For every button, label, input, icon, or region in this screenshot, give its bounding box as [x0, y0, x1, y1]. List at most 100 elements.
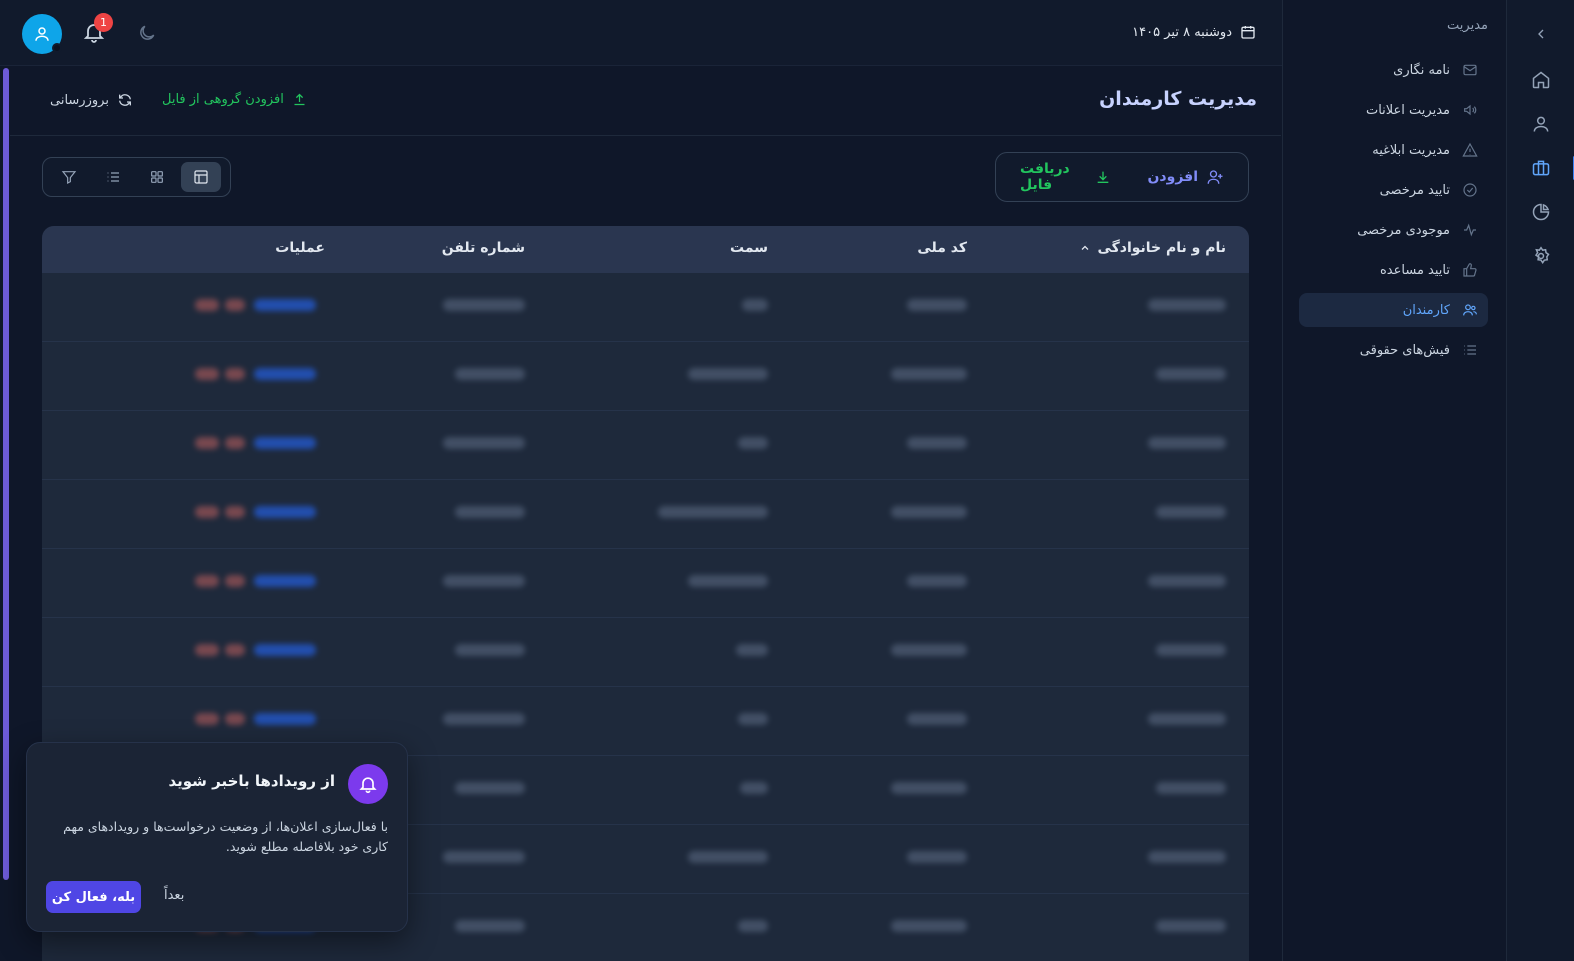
- cell-phone: [443, 851, 525, 863]
- edit-link[interactable]: [254, 437, 316, 449]
- moon-icon[interactable]: [137, 23, 157, 47]
- sidebar-item-label: کارمندان: [1402, 302, 1450, 318]
- delete-icon[interactable]: [225, 299, 245, 311]
- table-header: نام و نام خانوادگی کد ملی سمت شماره تلفن…: [42, 226, 1249, 273]
- download-file-button[interactable]: دریافت فایل: [1020, 161, 1111, 193]
- column-label: سمت: [730, 240, 768, 256]
- sidebar-item-label: نامه نگاری: [1393, 62, 1450, 78]
- view-icon[interactable]: [195, 299, 219, 311]
- sidebar-item-payslips[interactable]: فیش‌های حقوقی: [1299, 333, 1488, 367]
- column-phone[interactable]: شماره تلفن: [442, 240, 525, 256]
- notification-badge: 1: [94, 13, 113, 32]
- column-label: شماره تلفن: [441, 240, 525, 256]
- view-icon[interactable]: [195, 575, 219, 587]
- user-icon[interactable]: [1525, 108, 1557, 140]
- table-row[interactable]: [42, 342, 1249, 411]
- page-header: مدیریت کارمندان افزودن گروهی از فایل برو…: [10, 66, 1281, 136]
- delete-icon[interactable]: [225, 437, 245, 449]
- user-plus-icon: [1206, 168, 1224, 186]
- notification-prompt: از رویدادها باخبر شوید با فعال‌سازی اعلا…: [26, 742, 408, 932]
- table-icon[interactable]: [181, 162, 221, 192]
- sidebar-section-title: مدیریت: [1447, 18, 1488, 33]
- column-national-id[interactable]: کد ملی: [917, 240, 967, 256]
- sidebar-item-announcements[interactable]: مدیریت اعلانات: [1299, 93, 1488, 127]
- list-icon[interactable]: [93, 162, 133, 192]
- later-button[interactable]: بعداً: [164, 888, 184, 903]
- cell-full-name: [1156, 782, 1226, 794]
- filter-icon[interactable]: [49, 162, 89, 192]
- sidebar-item-advance-approval[interactable]: تایید مساعده: [1299, 253, 1488, 287]
- cell-phone: [455, 506, 525, 518]
- table-row[interactable]: [42, 618, 1249, 687]
- table-row[interactable]: [42, 273, 1249, 342]
- cell-position: [736, 644, 768, 656]
- view-icon[interactable]: [195, 713, 219, 725]
- sidebar-item-leave-approval[interactable]: تایید مرخصی: [1299, 173, 1488, 207]
- edit-link[interactable]: [254, 368, 316, 380]
- megaphone-icon: [1462, 102, 1478, 118]
- cell-position: [742, 299, 768, 311]
- briefcase-icon[interactable]: [1525, 152, 1574, 184]
- column-position[interactable]: سمت: [730, 240, 768, 256]
- sidebar-item-notices[interactable]: مدیریت ابلاغیه: [1299, 133, 1488, 167]
- table-row[interactable]: [42, 549, 1249, 618]
- delete-icon[interactable]: [225, 506, 245, 518]
- chevron-left-icon[interactable]: [1525, 18, 1557, 50]
- cell-national-id: [907, 851, 967, 863]
- edit-link[interactable]: [254, 575, 316, 587]
- cell-full-name: [1148, 851, 1226, 863]
- bell-icon: [348, 764, 388, 804]
- cell-national-id: [907, 437, 967, 449]
- view-icon[interactable]: [195, 437, 219, 449]
- user-icon: [33, 25, 51, 43]
- enable-notifications-button[interactable]: بله، فعال کن: [46, 881, 141, 913]
- cell-national-id: [891, 920, 967, 932]
- add-employee-label: افزودن: [1147, 169, 1198, 185]
- grid-icon[interactable]: [137, 162, 177, 192]
- check-circle-icon: [1462, 182, 1478, 198]
- home-icon[interactable]: [1525, 64, 1557, 96]
- view-icon[interactable]: [195, 506, 219, 518]
- cell-position: [658, 506, 768, 518]
- column-full-name[interactable]: نام و نام خانوادگی: [1079, 240, 1226, 256]
- delete-icon[interactable]: [225, 575, 245, 587]
- delete-icon[interactable]: [225, 644, 245, 656]
- table-row[interactable]: [42, 480, 1249, 549]
- download-file-label: دریافت فایل: [1020, 161, 1070, 193]
- sidebar-item-leave-balance[interactable]: موجودی مرخصی: [1299, 213, 1488, 247]
- delete-icon[interactable]: [225, 713, 245, 725]
- edit-link[interactable]: [254, 506, 316, 518]
- scroll-indicator: [3, 68, 9, 880]
- table-row[interactable]: [42, 411, 1249, 480]
- cell-position: [738, 920, 768, 932]
- cell-national-id: [907, 299, 967, 311]
- pie-chart-icon[interactable]: [1525, 196, 1557, 228]
- sidebar-item-letters[interactable]: نامه نگاری: [1299, 53, 1488, 87]
- cell-full-name: [1148, 575, 1226, 587]
- edit-link[interactable]: [254, 713, 316, 725]
- view-icon[interactable]: [195, 644, 219, 656]
- edit-link[interactable]: [254, 644, 316, 656]
- cell-phone: [443, 437, 525, 449]
- view-icon[interactable]: [195, 368, 219, 380]
- delete-icon[interactable]: [225, 368, 245, 380]
- cell-position: [688, 851, 768, 863]
- avatar[interactable]: [22, 14, 62, 54]
- cell-full-name: [1148, 437, 1226, 449]
- cell-position: [688, 575, 768, 587]
- bulk-upload-button[interactable]: افزودن گروهی از فایل: [162, 92, 307, 107]
- cell-full-name: [1156, 644, 1226, 656]
- settings-icon[interactable]: [1525, 240, 1557, 272]
- edit-link[interactable]: [254, 299, 316, 311]
- add-employee-button[interactable]: افزودن: [1147, 168, 1224, 186]
- cell-national-id: [907, 575, 967, 587]
- cell-phone: [443, 713, 525, 725]
- cell-position: [688, 368, 768, 380]
- cell-full-name: [1148, 713, 1226, 725]
- cell-full-name: [1148, 299, 1226, 311]
- sidebar-item-employees[interactable]: کارمندان: [1299, 293, 1488, 327]
- toast-body: با فعال‌سازی اعلان‌ها، از وضعیت درخواست‌…: [63, 819, 388, 854]
- refresh-button[interactable]: بروزرسانی: [50, 92, 133, 108]
- current-date: دوشنبه ۸ تیر ۱۴۰۵: [1132, 24, 1256, 40]
- cell-national-id: [891, 644, 967, 656]
